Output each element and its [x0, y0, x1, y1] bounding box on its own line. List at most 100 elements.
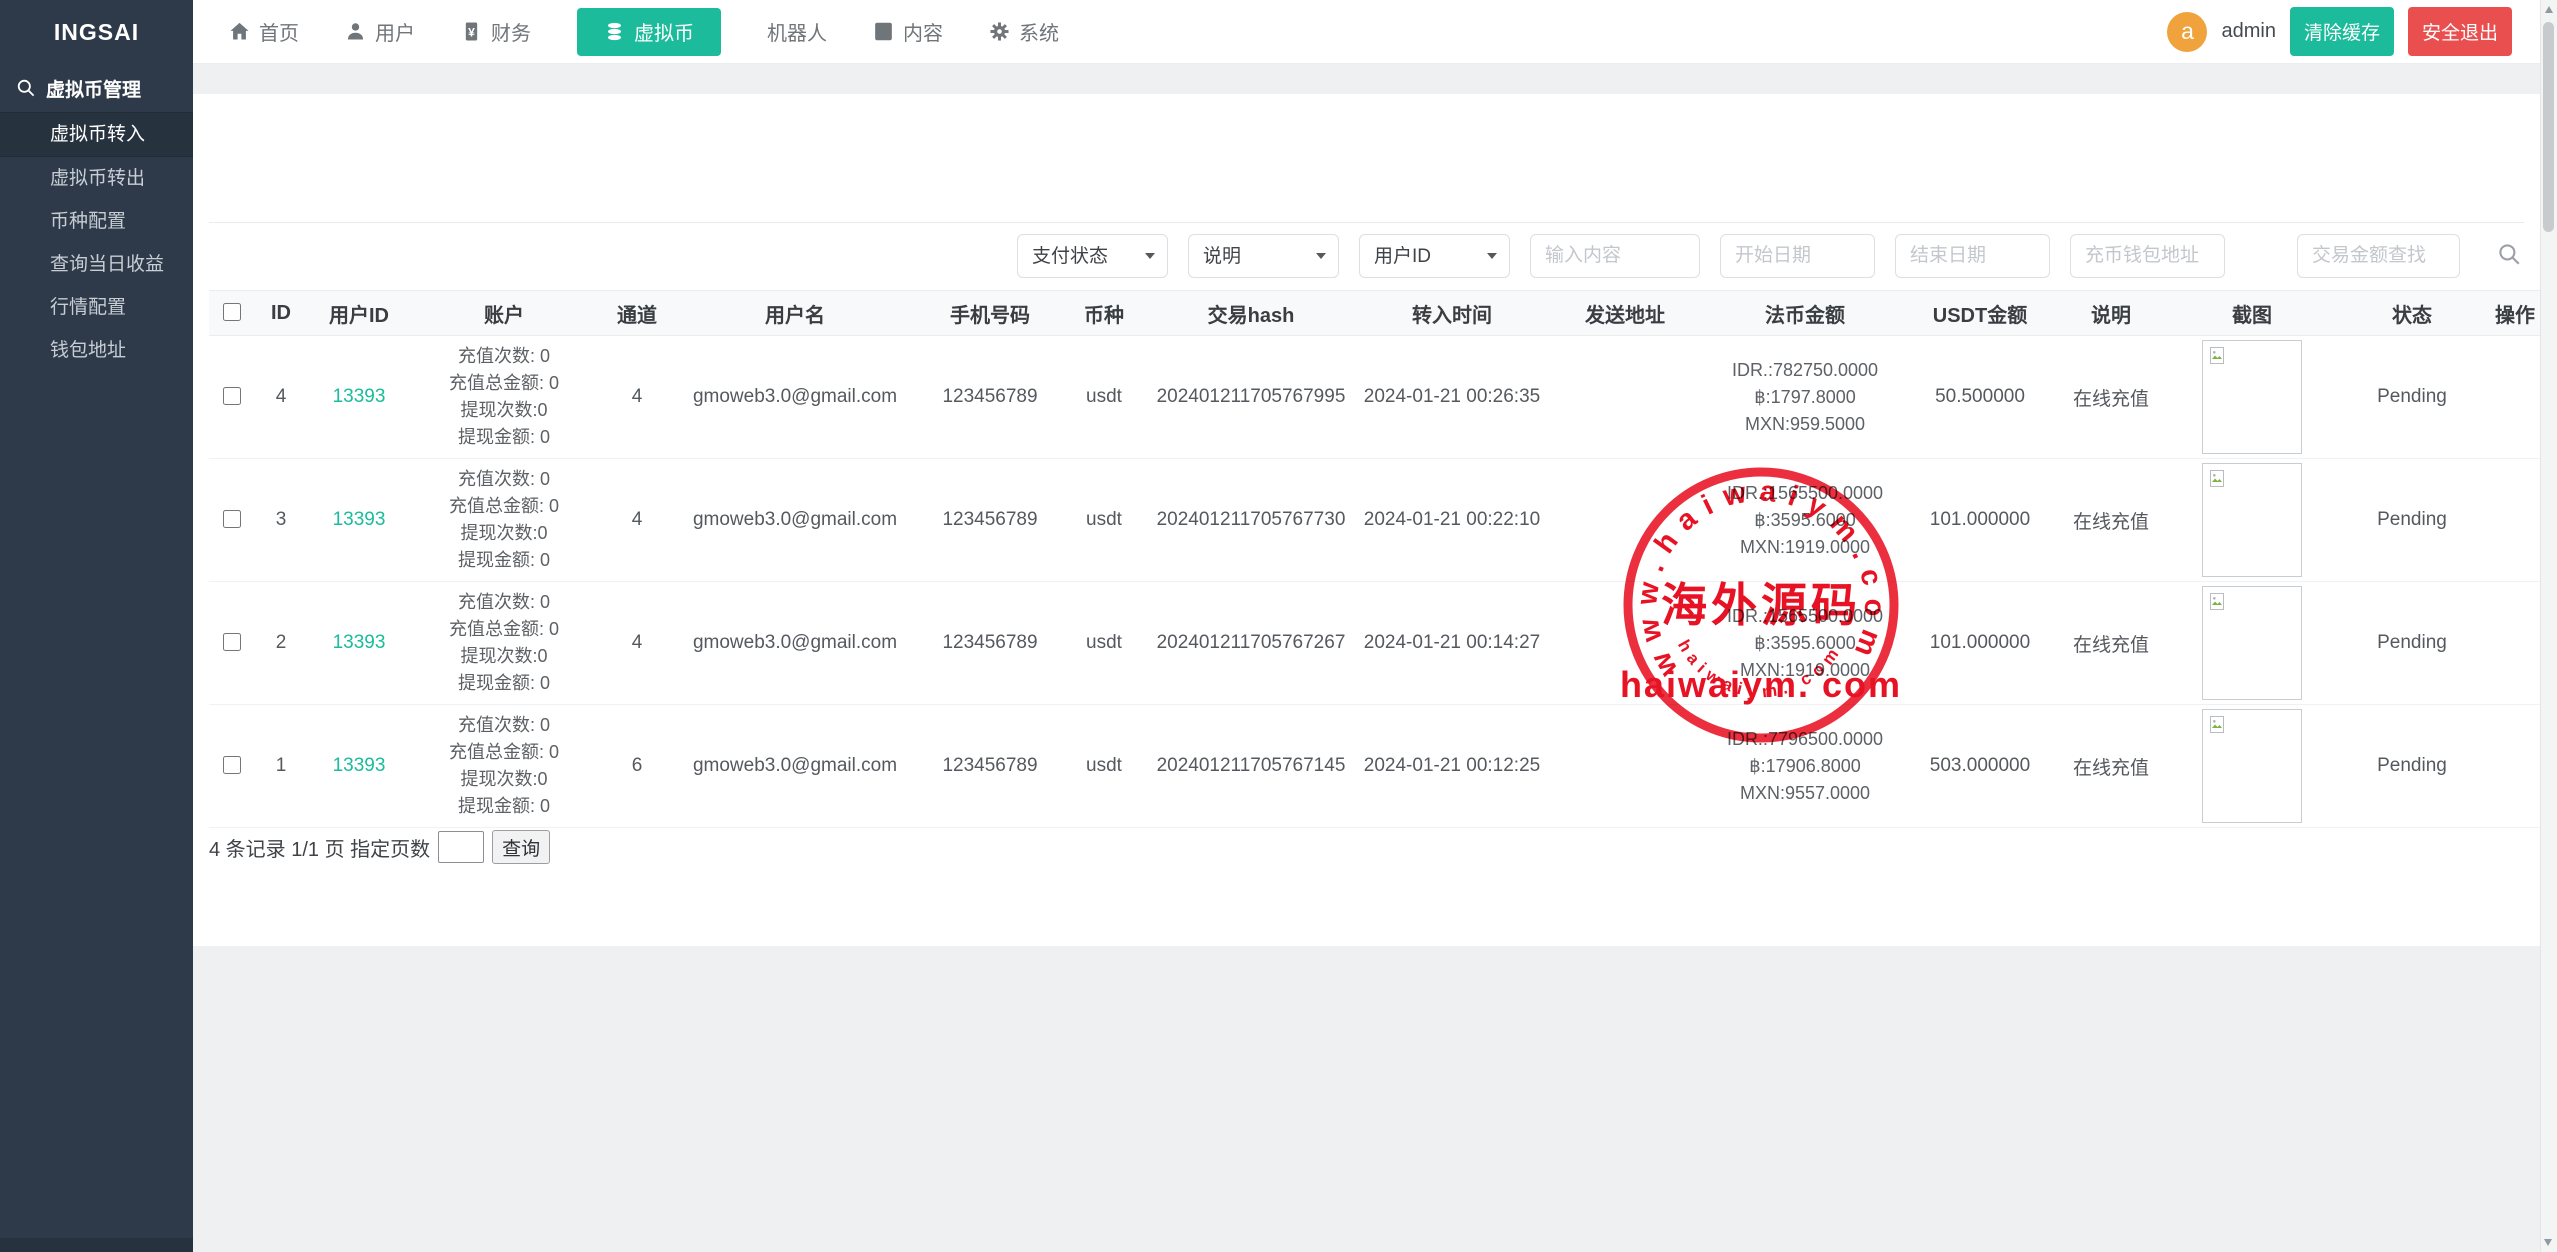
username-cell: gmoweb3.0@gmail.com	[675, 582, 915, 705]
scroll-up-arrow-icon[interactable]	[2545, 6, 2553, 13]
account-line: 充值次数: 0	[410, 589, 598, 616]
note-cell: 在线充值	[2055, 336, 2167, 459]
amount-search-input[interactable]	[2297, 234, 2460, 278]
avatar[interactable]: a	[2167, 12, 2207, 52]
row-checkbox[interactable]	[223, 633, 241, 651]
scrollbar-thumb[interactable]	[2543, 22, 2554, 232]
account-lines: 充值次数: 0充值总金额: 0提现次数:0提现金额: 0	[410, 343, 598, 451]
sidebar-item-daily-earnings[interactable]: 查询当日收益	[0, 243, 193, 286]
action-cell	[2487, 705, 2543, 828]
wallet-address-input[interactable]	[2070, 234, 2225, 278]
topbar-user-area: a admin 清除缓存 安全退出	[2167, 7, 2540, 56]
row-checkbox[interactable]	[223, 510, 241, 528]
screenshot-thumbnail[interactable]	[2202, 340, 2302, 454]
nav-item-content[interactable]: 内容	[873, 17, 943, 46]
sidebar-item-crypto-transfer-out[interactable]: 虚拟币转出	[0, 157, 193, 200]
account-line: 提现金额: 0	[410, 670, 598, 697]
send-address-cell	[1545, 459, 1705, 582]
sidebar-item-wallet-address[interactable]: 钱包地址	[0, 329, 193, 372]
action-cell	[2487, 459, 2543, 582]
page-query-button[interactable]: 查询	[492, 830, 550, 864]
payment-status-select[interactable]: 支付状态	[1017, 234, 1168, 278]
screenshot-thumbnail[interactable]	[2202, 709, 2302, 823]
coin-cell: usdt	[1065, 459, 1143, 582]
nav-label: 虚拟币	[634, 17, 694, 46]
fiat-lines: IDR.:1565500.0000฿:3595.6000MXN:1919.000…	[1706, 480, 1904, 561]
nav-item-crypto[interactable]: 虚拟币	[577, 8, 721, 56]
table-header: ID用户ID账户通道用户名手机号码币种交易hash转入时间发送地址法币金额USD…	[209, 291, 2543, 336]
tx-hash-cell: 202401211705767730	[1143, 459, 1359, 582]
user-id-cell: 13393	[309, 705, 409, 828]
nav-label: 用户	[375, 17, 415, 46]
column-header: 用户ID	[309, 291, 409, 336]
username-label[interactable]: admin	[2221, 20, 2275, 43]
select-all-header	[209, 291, 253, 336]
sidebar-item-coin-config[interactable]: 币种配置	[0, 200, 193, 243]
clear-cache-button[interactable]: 清除缓存	[2290, 7, 2394, 56]
nav-item-finance[interactable]: ¥ 财务	[461, 17, 531, 46]
page-number-input[interactable]	[438, 831, 484, 863]
status-cell: Pending	[2337, 336, 2487, 459]
search-button[interactable]	[2494, 241, 2524, 271]
coin-cell: usdt	[1065, 705, 1143, 828]
broken-image-icon	[2208, 592, 2228, 612]
nav-label: 系统	[1019, 17, 1059, 46]
nav-item-users[interactable]: 用户	[345, 17, 415, 46]
user-id-cell: 13393	[309, 582, 409, 705]
column-header: 通道	[599, 291, 675, 336]
sidebar-section-label: 虚拟币管理	[46, 75, 141, 102]
end-date-input[interactable]	[1895, 234, 2050, 278]
account-line: 提现金额: 0	[410, 547, 598, 574]
user-id-select[interactable]: 用户ID	[1359, 234, 1510, 278]
content-panel: 支付状态 说明 用户ID ID用户ID账户通道用户名手机号码币种交易hash转入…	[193, 94, 2540, 946]
user-id-link[interactable]: 13393	[333, 632, 386, 653]
row-checkbox[interactable]	[223, 756, 241, 774]
action-cell	[2487, 582, 2543, 705]
start-date-input[interactable]	[1720, 234, 1875, 278]
fiat-line: MXN:959.5000	[1706, 411, 1904, 438]
user-id-link[interactable]: 13393	[333, 386, 386, 407]
vertical-scrollbar[interactable]	[2540, 0, 2557, 1252]
fiat-line: IDR.:1565500.0000	[1706, 603, 1904, 630]
id-cell: 4	[253, 336, 309, 459]
content-input[interactable]	[1530, 234, 1700, 278]
search-icon	[16, 78, 36, 98]
pagination: 4 条记录 1/1 页 指定页数 查询	[209, 830, 550, 864]
channel-cell: 4	[599, 459, 675, 582]
tx-hash-cell: 202401211705767145	[1143, 705, 1359, 828]
select-all-checkbox[interactable]	[223, 303, 241, 321]
nav-item-robot[interactable]: 机器人	[767, 17, 827, 46]
table-row: 113393充值次数: 0充值总金额: 0提现次数:0提现金额: 06gmowe…	[209, 705, 2543, 828]
fiat-line: IDR.:1565500.0000	[1706, 480, 1904, 507]
account-line: 充值总金额: 0	[410, 616, 598, 643]
note-select[interactable]: 说明	[1188, 234, 1339, 278]
fiat-line: MXN:1919.0000	[1706, 657, 1904, 684]
sidebar-item-crypto-transfer-in[interactable]: 虚拟币转入	[0, 112, 193, 157]
column-header: ID	[253, 291, 309, 336]
note-cell: 在线充值	[2055, 459, 2167, 582]
fiat-line: ฿:3595.6000	[1706, 507, 1904, 534]
table-row: 313393充值次数: 0充值总金额: 0提现次数:0提现金额: 04gmowe…	[209, 459, 2543, 582]
logout-button[interactable]: 安全退出	[2408, 7, 2512, 56]
coin-cell: usdt	[1065, 336, 1143, 459]
user-id-cell: 13393	[309, 459, 409, 582]
note-cell: 在线充值	[2055, 582, 2167, 705]
sidebar-item-market-config[interactable]: 行情配置	[0, 286, 193, 329]
screenshot-thumbnail[interactable]	[2202, 463, 2302, 577]
nav-item-home[interactable]: 首页	[229, 17, 299, 46]
fiat-line: IDR.:7796500.0000	[1706, 726, 1904, 753]
phone-cell: 123456789	[915, 582, 1065, 705]
screenshot-cell	[2167, 705, 2337, 828]
payment-status-select-wrap: 支付状态	[1017, 234, 1168, 278]
user-id-link[interactable]: 13393	[333, 509, 386, 530]
column-header: 币种	[1065, 291, 1143, 336]
account-line: 提现次数:0	[410, 520, 598, 547]
row-checkbox[interactable]	[223, 387, 241, 405]
id-cell: 2	[253, 582, 309, 705]
nav-label: 首页	[259, 17, 299, 46]
sidebar: INGSAI 虚拟币管理 虚拟币转入 虚拟币转出 币种配置 查询当日收益 行情配…	[0, 0, 193, 1252]
screenshot-thumbnail[interactable]	[2202, 586, 2302, 700]
user-id-link[interactable]: 13393	[333, 755, 386, 776]
nav-item-system[interactable]: 系统	[989, 17, 1059, 46]
scroll-down-arrow-icon[interactable]	[2544, 1239, 2552, 1246]
